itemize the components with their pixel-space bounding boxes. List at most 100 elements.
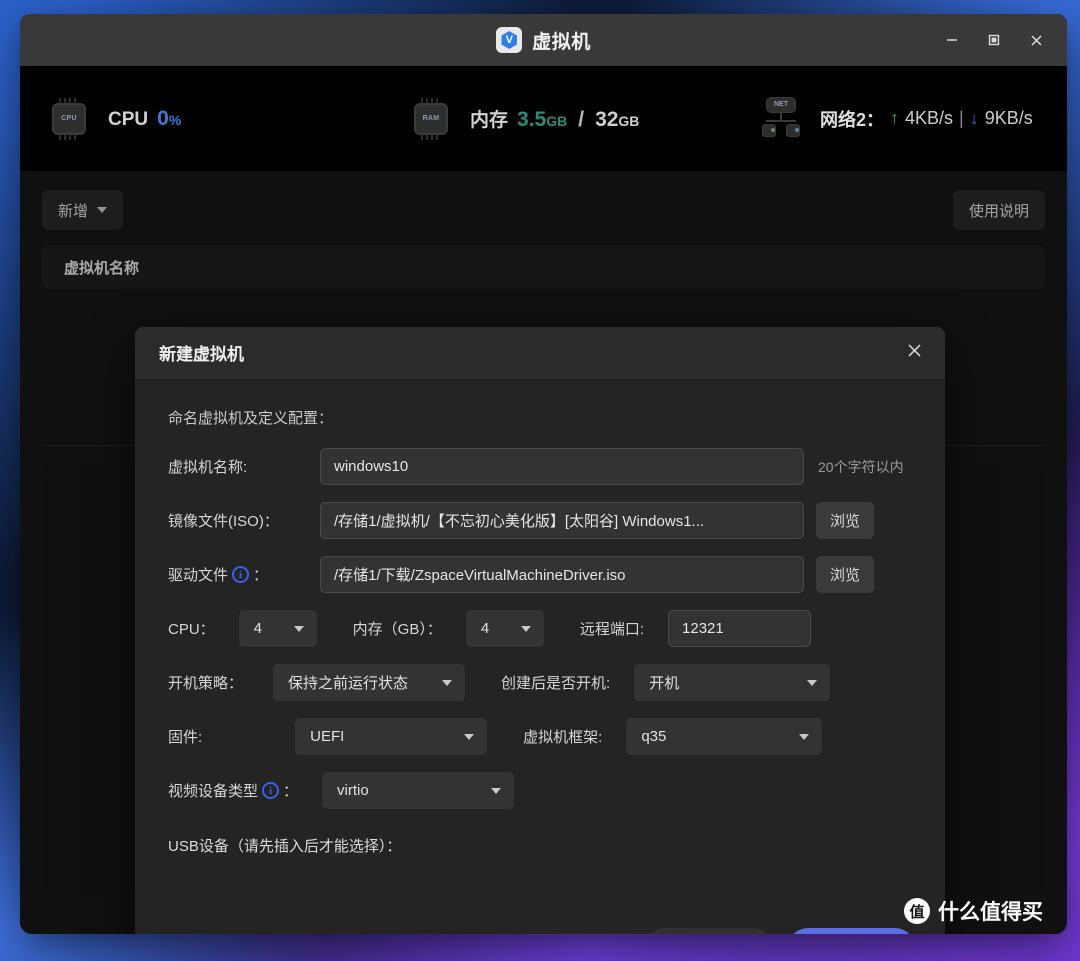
download-arrow-icon: ↓: [969, 108, 979, 128]
usb-devices-label: USB设备（请先插入后才能选择）：: [168, 838, 402, 855]
cpu-label: CPU：: [168, 621, 215, 638]
memory-select-value: 4: [480, 620, 490, 637]
app-title: 虚拟机: [532, 31, 591, 53]
video-device-label-suffix: ：: [283, 783, 299, 800]
chevron-down-icon: [293, 625, 304, 632]
ram-chip-label: RAM: [422, 115, 440, 122]
window-title-bar: V 虚拟机: [20, 14, 1067, 66]
chevron-down-icon: [464, 733, 475, 740]
chevron-down-icon: [799, 733, 810, 740]
firmware-select[interactable]: UEFI: [295, 718, 488, 755]
remote-port-label: 远程端口:: [579, 621, 645, 638]
start-after-create-label: 创建后是否开机:: [501, 675, 611, 692]
cpu-label: CPU: [108, 108, 149, 130]
video-device-select[interactable]: virtio: [322, 772, 515, 809]
ram-chip-body: RAM: [414, 97, 448, 140]
memory-separator: /: [578, 108, 585, 131]
video-device-value: virtio: [337, 782, 369, 799]
content-area: 新增 使用说明 虚拟机名称 新建虚拟机 命名虚拟机及定义配置： 虚拟机名称: w…: [20, 171, 1067, 934]
download-speed: 9KB/s: [984, 108, 1033, 128]
watermark-badge: 值: [904, 898, 930, 924]
cpu-stat: CPU CPU 0%: [46, 96, 408, 142]
maximize-icon[interactable]: [977, 24, 1011, 56]
iso-input[interactable]: /存储1/虚拟机/【不忘初心美化版】[太阳谷] Windows1...: [320, 502, 804, 539]
video-device-label: 视频设备类型 i ：: [168, 780, 298, 801]
firmware-value: UEFI: [310, 728, 345, 745]
network-icon: NET: [758, 96, 804, 141]
chevron-down-icon: [491, 787, 502, 794]
machine-type-select[interactable]: q35: [626, 718, 823, 755]
dialog-header: 新建虚拟机: [135, 327, 945, 379]
info-icon[interactable]: i: [232, 566, 250, 583]
field-row-firmware: 固件: UEFI 虚拟机框架: q35: [168, 718, 917, 755]
vm-name-input[interactable]: windows10: [320, 448, 804, 485]
prev-step-button[interactable]: 上一步: [645, 928, 772, 934]
video-device-label-text: 视频设备类型: [168, 783, 259, 800]
network-label: 网络2：: [820, 109, 885, 130]
network-stat-body: 网络2： ↑ 4KB/s | ↓ 9KB/s: [820, 106, 1033, 132]
memory-total: 32GB: [595, 108, 640, 131]
upload-speed: 4KB/s: [905, 108, 954, 128]
next-step-button[interactable]: 下一步: [788, 928, 915, 934]
cpu-chip-icon: CPU: [46, 96, 92, 142]
app-title-group: V 虚拟机: [496, 27, 591, 54]
cpu-select[interactable]: 4: [238, 610, 317, 647]
field-row-cpu-memory-port: CPU： 4 内存（GB）： 4 远程端口: 12321: [168, 610, 917, 647]
firmware-label: 固件:: [168, 729, 203, 746]
cpu-stat-body: CPU 0%: [108, 107, 408, 131]
boot-policy-select[interactable]: 保持之前运行状态: [273, 664, 466, 701]
driver-label-suffix: ：: [253, 567, 269, 584]
new-vm-dialog: 新建虚拟机 命名虚拟机及定义配置： 虚拟机名称: windows10 20个字符…: [135, 327, 945, 934]
memory-stat-body: 内存 3.5GB / 32GB: [470, 105, 758, 132]
watermark: 值 什么值得买: [904, 896, 1043, 926]
machine-type-value: q35: [641, 728, 667, 745]
field-row-video-device: 视频设备类型 i ： virtio: [168, 772, 917, 809]
app-logo-icon: V: [496, 27, 523, 53]
driver-label: 驱动文件 i ：: [168, 564, 320, 585]
watermark-text: 什么值得买: [938, 901, 1043, 924]
dialog-body: 命名虚拟机及定义配置： 虚拟机名称: windows10 20个字符以内 镜像文…: [135, 379, 945, 934]
iso-label: 镜像文件(ISO)：: [168, 513, 279, 530]
vm-name-label: 虚拟机名称:: [168, 459, 248, 476]
boot-policy-value: 保持之前运行状态: [288, 675, 409, 692]
chevron-down-icon: [807, 679, 818, 686]
field-row-vm-name: 虚拟机名称: windows10 20个字符以内: [168, 448, 917, 485]
chevron-down-icon: [520, 625, 531, 632]
info-icon[interactable]: i: [262, 782, 280, 799]
upload-arrow-icon: ↑: [890, 108, 900, 128]
network-separator: |: [959, 108, 964, 128]
window-controls: [935, 14, 1053, 66]
minimize-icon[interactable]: [935, 24, 969, 56]
driver-browse-button[interactable]: 浏览: [816, 556, 874, 593]
memory-select[interactable]: 4: [465, 610, 544, 647]
vm-name-hint: 20个字符以内: [818, 458, 904, 475]
start-after-create-value: 开机: [649, 675, 680, 692]
close-icon[interactable]: [1019, 24, 1053, 56]
driver-input[interactable]: /存储1/下载/ZspaceVirtualMachineDriver.iso: [320, 556, 804, 593]
dialog-title: 新建虚拟机: [159, 345, 244, 364]
system-stats-bar: CPU CPU 0% RAM 内存 3.5GB / 32GB NET 网络2： …: [20, 66, 1067, 171]
cpu-select-value: 4: [253, 620, 263, 637]
section-label: 命名虚拟机及定义配置：: [168, 410, 334, 427]
close-icon[interactable]: [906, 342, 923, 363]
cpu-chip-body: CPU: [52, 97, 86, 140]
cpu-value: 0%: [157, 106, 182, 130]
memory-label: 内存（GB）：: [352, 621, 442, 638]
start-after-create-select[interactable]: 开机: [634, 664, 831, 701]
boot-policy-label: 开机策略：: [168, 675, 244, 692]
cpu-chip-label: CPU: [61, 115, 77, 122]
dialog-footer: 上一步 下一步: [135, 921, 945, 934]
remote-port-input[interactable]: 12321: [668, 610, 812, 647]
network-icon-label: NET: [766, 96, 796, 113]
machine-type-label: 虚拟机框架:: [523, 729, 603, 746]
chevron-down-icon: [442, 679, 453, 686]
memory-used: 3.5GB: [517, 108, 568, 131]
app-logo-letter: V: [501, 31, 517, 49]
iso-browse-button[interactable]: 浏览: [816, 502, 874, 539]
memory-label: 内存: [470, 110, 509, 131]
driver-label-text: 驱动文件: [168, 567, 229, 584]
field-row-driver: 驱动文件 i ： /存储1/下载/ZspaceVirtualMachineDri…: [168, 556, 917, 593]
application-window: V 虚拟机 CPU CPU 0% RAM 内存 3.5GB / 32GB NET…: [20, 14, 1067, 934]
ram-chip-icon: RAM: [408, 96, 454, 142]
field-row-boot-policy: 开机策略： 保持之前运行状态 创建后是否开机: 开机: [168, 664, 917, 701]
